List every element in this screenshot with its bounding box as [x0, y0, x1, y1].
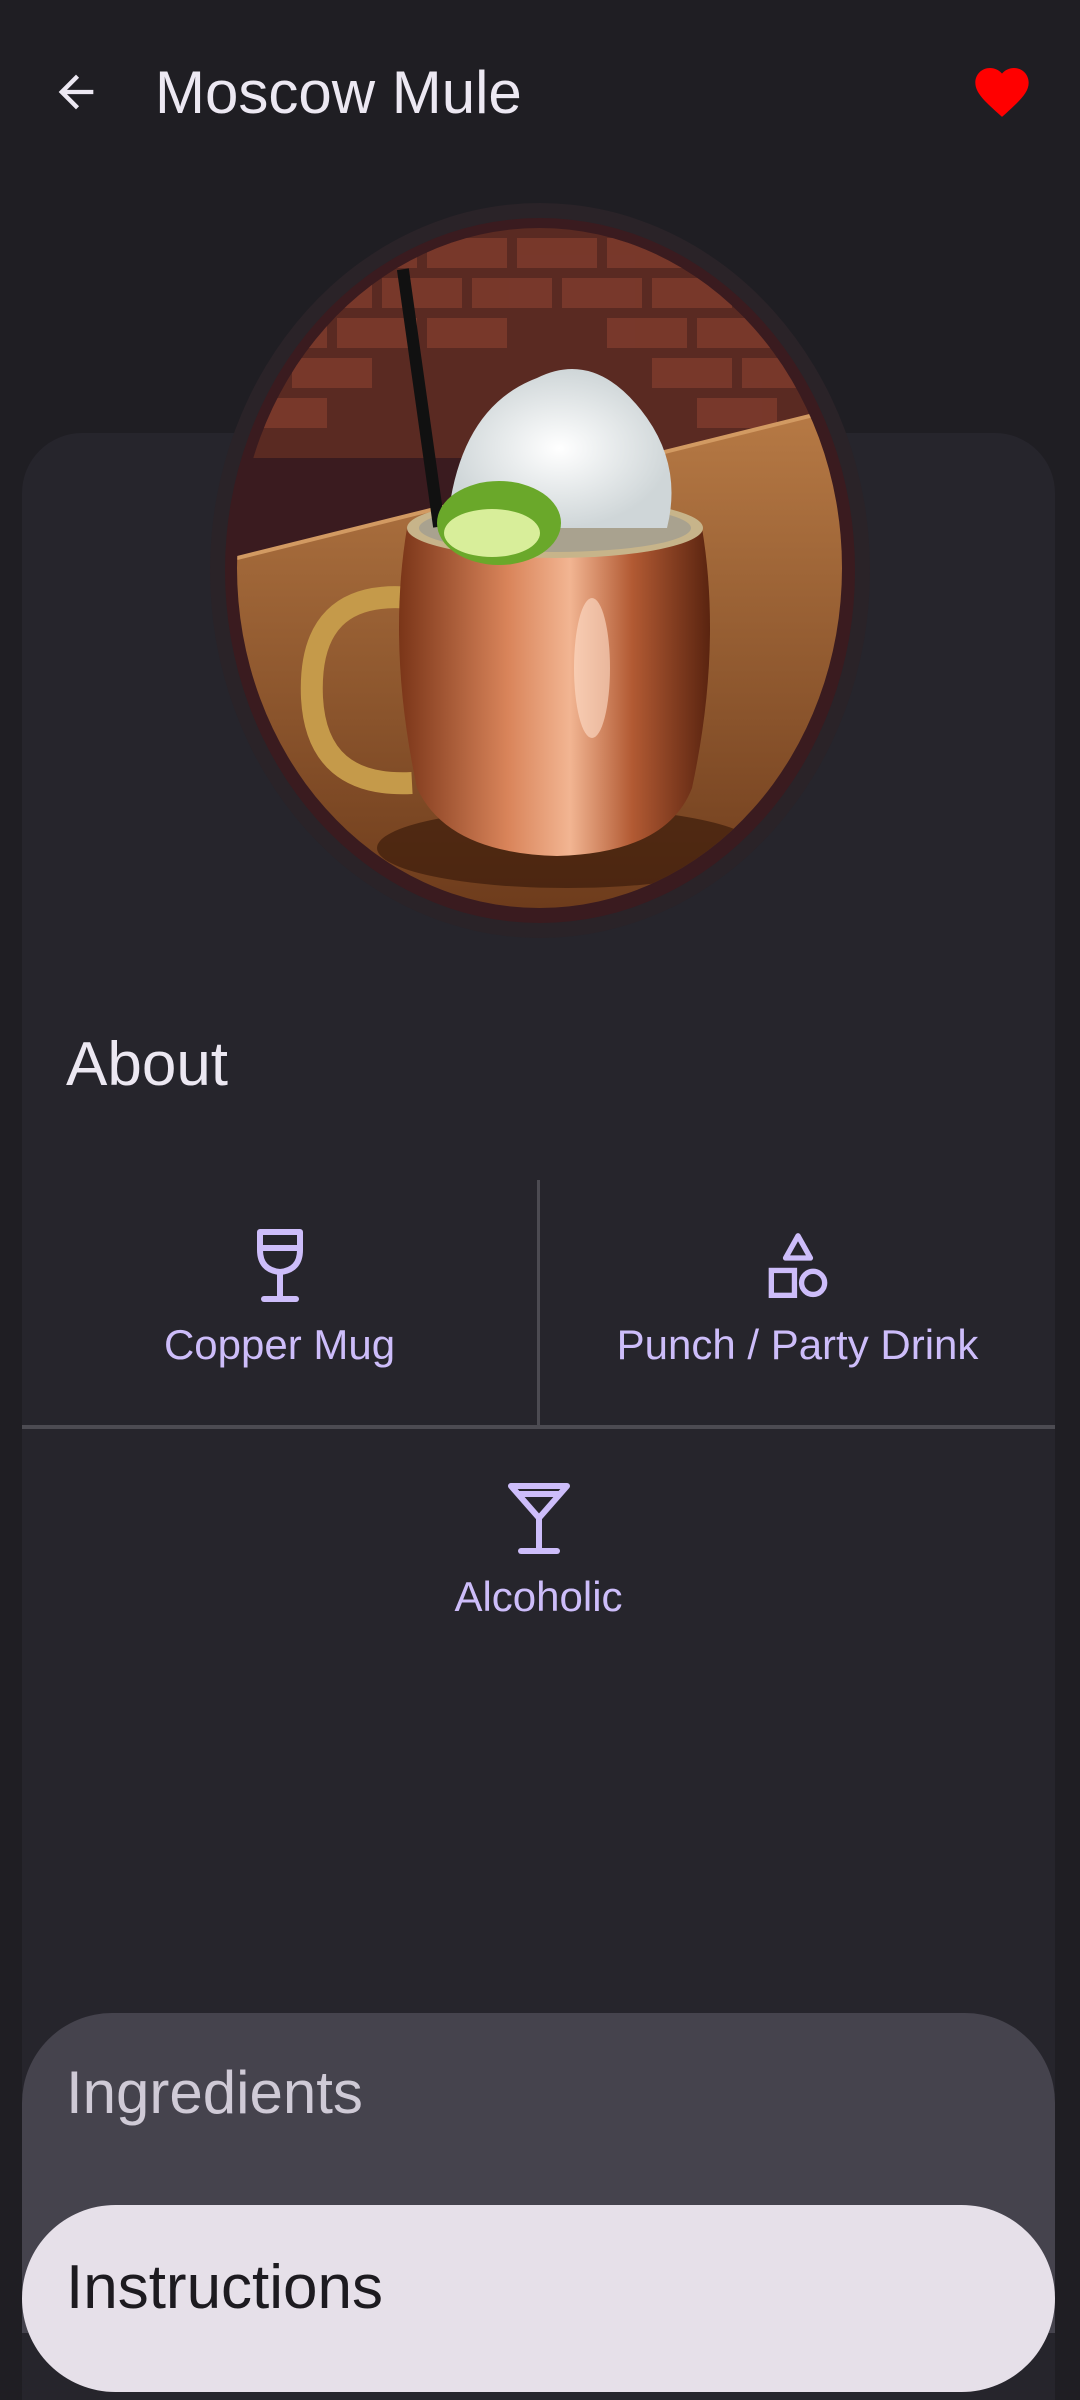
- category-info: Punch / Party Drink: [540, 1228, 1055, 1370]
- heart-filled-icon: [975, 68, 1029, 117]
- instructions-tab[interactable]: Instructions: [22, 2205, 1055, 2392]
- alcoholic-label: Alcoholic: [454, 1573, 623, 1620]
- cocktail-photo: [237, 228, 842, 908]
- back-button[interactable]: [40, 52, 112, 132]
- hero-image: [237, 228, 842, 908]
- alcoholic-info: Alcoholic: [22, 1480, 1055, 1622]
- about-heading: About: [66, 1030, 229, 1099]
- favorite-button[interactable]: [962, 52, 1042, 132]
- page-title: Moscow Mule: [155, 59, 522, 126]
- wine-glass-icon: [248, 1228, 312, 1304]
- drink-detail-screen: Moscow Mule About Copper Mug Punch / Par…: [0, 0, 1080, 2400]
- ingredients-tab-label: Ingredients: [66, 2059, 363, 2126]
- top-app-bar: Moscow Mule: [0, 0, 1080, 185]
- category-label: Punch / Party Drink: [616, 1321, 979, 1368]
- instructions-tab-label: Instructions: [66, 2253, 384, 2322]
- arrow-back-icon: [58, 74, 94, 110]
- cocktail-glass-icon: [507, 1480, 571, 1556]
- glass-info: Copper Mug: [22, 1228, 537, 1370]
- divider-horizontal: [22, 1425, 1055, 1429]
- glass-label: Copper Mug: [163, 1321, 396, 1368]
- shapes-icon: [766, 1228, 830, 1304]
